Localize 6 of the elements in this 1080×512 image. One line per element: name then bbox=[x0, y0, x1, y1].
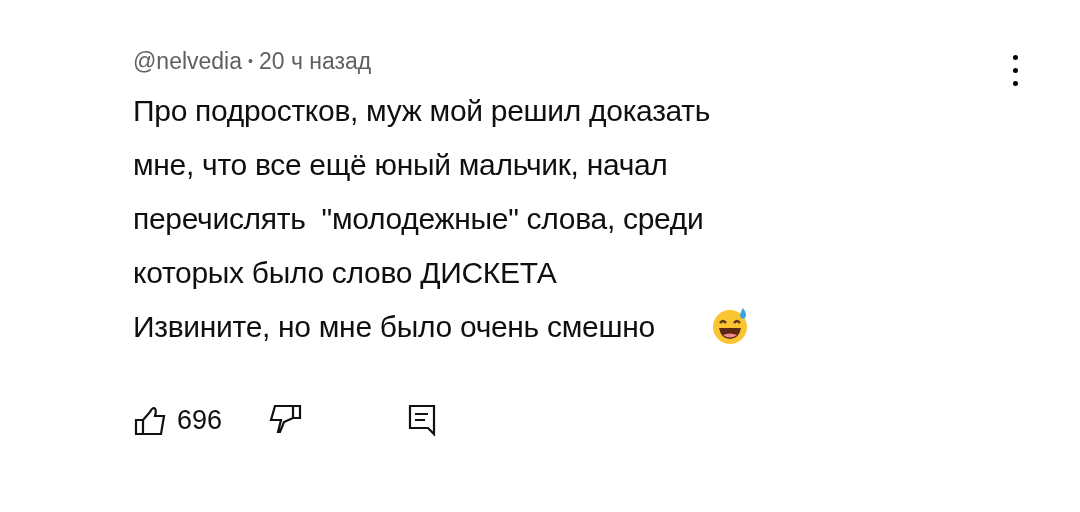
comment-author[interactable]: @nelvedia bbox=[133, 44, 243, 78]
comment-time: 20 ч назад bbox=[258, 47, 372, 76]
comment-text: Про подростков, муж мой решил доказать мне, что все ещё юный мальчик, начал перечислять "молодежные" слова, среди которых было слово ДИСКЕТА Извините, но мне было очень смешно bbox=[133, 93, 711, 345]
separator-dot: • bbox=[248, 52, 253, 71]
like-count: 696 bbox=[177, 403, 223, 437]
reply-icon[interactable] bbox=[408, 403, 437, 437]
